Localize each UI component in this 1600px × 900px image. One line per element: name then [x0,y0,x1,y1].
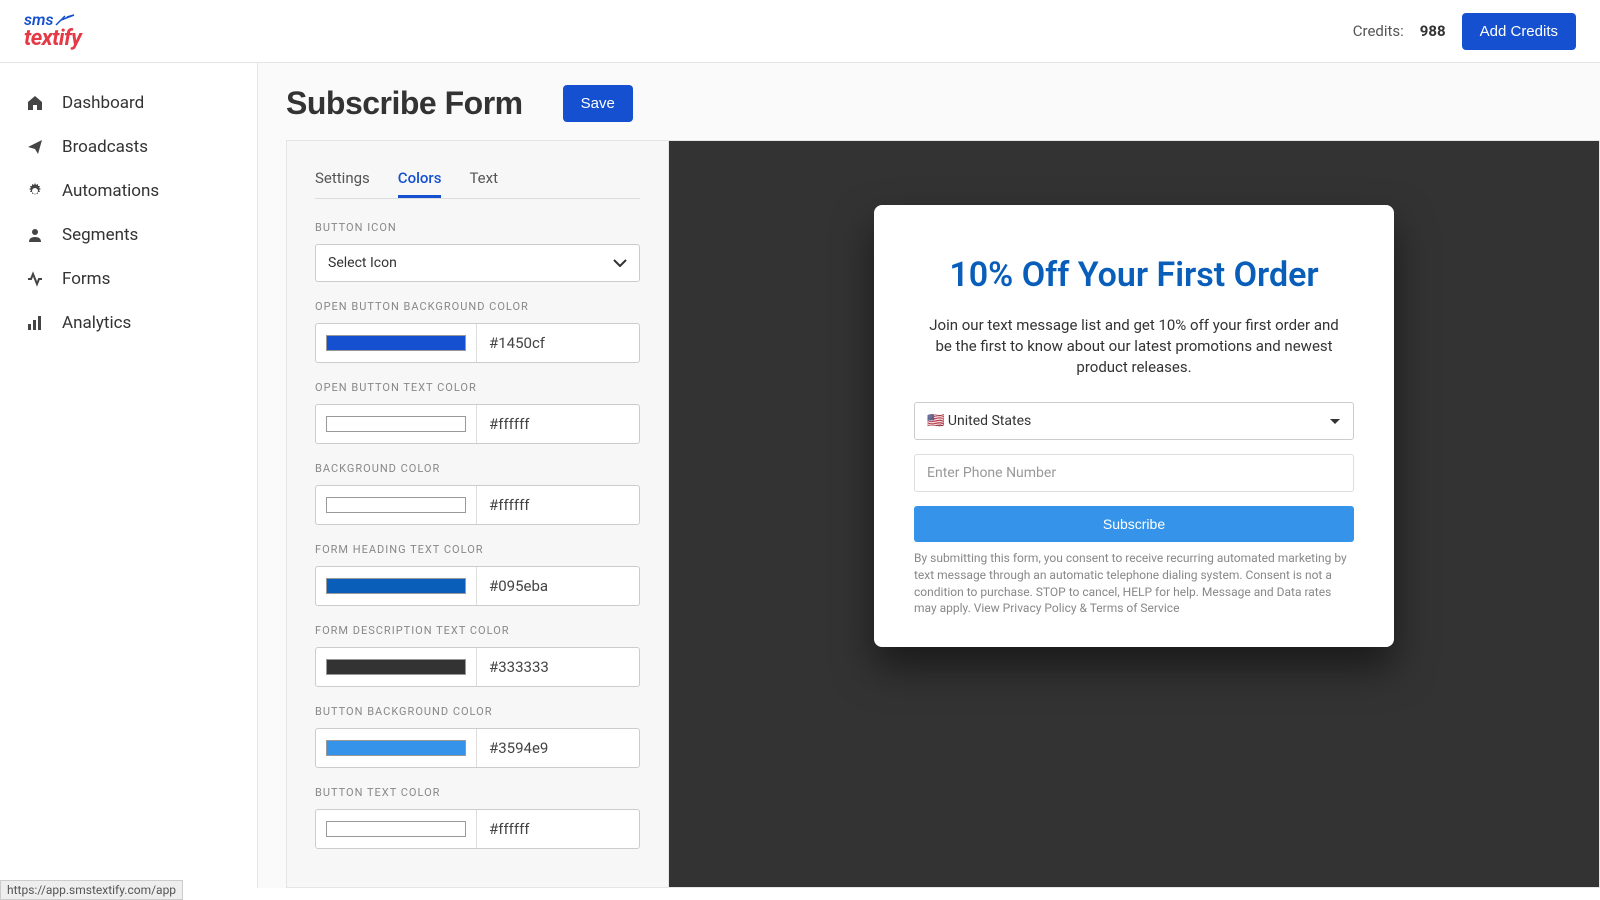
send-icon [26,138,44,156]
tab-text[interactable]: Text [469,161,498,198]
credits-label: Credits: [1353,22,1404,40]
color-swatch [326,578,466,594]
color-input[interactable]: #1450cf [315,323,640,363]
main-content: Subscribe Form Save Settings Colors Text… [258,63,1600,888]
tab-settings[interactable]: Settings [315,161,370,198]
color-input[interactable]: #ffffff [315,404,640,444]
page-title: Subscribe Form [286,85,523,122]
sidebar-item-label: Dashboard [62,93,144,113]
button-icon-select[interactable]: Select Icon [315,244,640,282]
person-icon [26,226,44,244]
sidebar-item-label: Segments [62,225,138,245]
field-button-icon: BUTTON ICON Select Icon [315,221,640,282]
sidebar-item-automations[interactable]: Automations [0,169,257,213]
sidebar-item-broadcasts[interactable]: Broadcasts [0,125,257,169]
field-label: BUTTON TEXT COLOR [315,786,640,799]
add-credits-button[interactable]: Add Credits [1462,13,1576,50]
field-open-btn-bg: OPEN BUTTON BACKGROUND COLOR #1450cf [315,300,640,363]
sidebar-item-label: Analytics [62,313,131,333]
field-label: BUTTON BACKGROUND COLOR [315,705,640,718]
color-value: #333333 [476,648,639,686]
color-value: #ffffff [476,486,639,524]
sidebar-item-dashboard[interactable]: Dashboard [0,81,257,125]
field-label: OPEN BUTTON BACKGROUND COLOR [315,300,640,313]
settings-panel: Settings Colors Text BUTTON ICON Select … [287,141,669,887]
field-btn-text: BUTTON TEXT COLOR #ffffff [315,786,640,849]
color-value: #3594e9 [476,729,639,767]
sidebar: Dashboard Broadcasts Automations Segment… [0,63,258,888]
field-label: FORM DESCRIPTION TEXT COLOR [315,624,640,637]
color-input[interactable]: #ffffff [315,485,640,525]
credits-value: 988 [1420,22,1446,40]
preview-heading: 10% Off Your First Order [914,255,1354,295]
color-input[interactable]: #095eba [315,566,640,606]
chart-icon [26,314,44,332]
preview-disclaimer: By submitting this form, you consent to … [914,550,1354,617]
color-swatch [326,497,466,513]
color-swatch [326,659,466,675]
app-header: sms textify Credits: 988 Add Credits [0,0,1600,63]
preview-subscribe-button[interactable]: Subscribe [914,506,1354,542]
color-value: #095eba [476,567,639,605]
sidebar-item-label: Broadcasts [62,137,148,157]
chevron-down-icon [1329,413,1341,429]
color-swatch [326,821,466,837]
logo-textify: textify [24,28,81,50]
color-swatch [326,335,466,351]
tabs: Settings Colors Text [315,161,640,199]
preview-area: 10% Off Your First Order Join our text m… [669,141,1599,887]
sidebar-item-analytics[interactable]: Analytics [0,301,257,345]
home-icon [26,94,44,112]
preview-phone-input[interactable]: Enter Phone Number [914,454,1354,492]
sidebar-item-segments[interactable]: Segments [0,213,257,257]
field-open-btn-text: OPEN BUTTON TEXT COLOR #ffffff [315,381,640,444]
field-label: BACKGROUND COLOR [315,462,640,475]
activity-icon [26,270,44,288]
editor: Settings Colors Text BUTTON ICON Select … [286,140,1600,888]
sidebar-item-label: Forms [62,269,110,289]
chevron-down-icon [613,255,627,271]
tab-colors[interactable]: Colors [398,161,442,198]
page-header: Subscribe Form Save [286,85,1600,122]
sidebar-item-forms[interactable]: Forms [0,257,257,301]
field-label: BUTTON ICON [315,221,640,234]
field-heading-color: FORM HEADING TEXT COLOR #095eba [315,543,640,606]
field-bg-color: BACKGROUND COLOR #ffffff [315,462,640,525]
field-label: OPEN BUTTON TEXT COLOR [315,381,640,394]
save-button[interactable]: Save [563,85,633,122]
preview-description: Join our text message list and get 10% o… [914,315,1354,378]
status-bar: https://app.smstextify.com/app [0,880,183,900]
field-btn-bg: BUTTON BACKGROUND COLOR #3594e9 [315,705,640,768]
preview-card: 10% Off Your First Order Join our text m… [874,205,1394,647]
field-label: FORM HEADING TEXT COLOR [315,543,640,556]
header-right: Credits: 988 Add Credits [1353,13,1576,50]
color-value: #1450cf [476,324,639,362]
color-input[interactable]: #3594e9 [315,728,640,768]
color-value: #ffffff [476,405,639,443]
logo: sms textify [24,12,81,50]
color-swatch [326,416,466,432]
gear-icon [26,182,44,200]
color-value: #ffffff [476,810,639,848]
field-desc-color: FORM DESCRIPTION TEXT COLOR #333333 [315,624,640,687]
color-input[interactable]: #333333 [315,647,640,687]
sidebar-item-label: Automations [62,181,159,201]
color-swatch [326,740,466,756]
color-input[interactable]: #ffffff [315,809,640,849]
preview-country-select[interactable]: 🇺🇸 United States [914,402,1354,440]
